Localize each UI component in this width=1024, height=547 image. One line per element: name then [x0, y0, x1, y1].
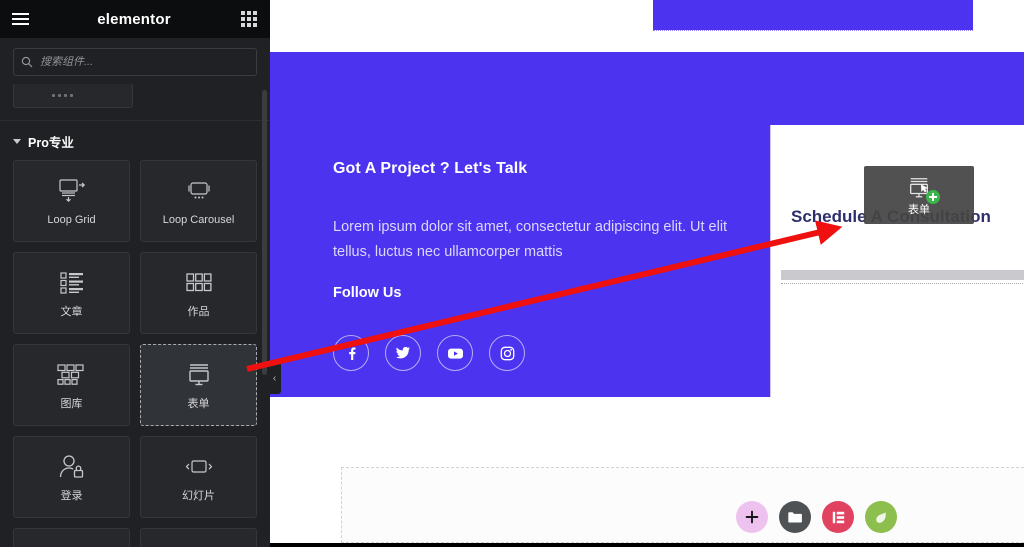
panel-header: elementor	[0, 0, 270, 38]
widget-label: Loop Grid	[47, 214, 96, 226]
hero-paragraph: Lorem ipsum dolor sit amet, consectetur …	[333, 219, 728, 260]
slides-icon	[184, 452, 214, 482]
social-icons-list	[333, 335, 525, 371]
widgets-panel: elementor Pro专业	[0, 0, 270, 547]
chevron-down-icon	[13, 139, 21, 144]
section-pro-label: Pro专业	[28, 136, 74, 150]
facebook-icon[interactable]	[333, 335, 369, 371]
hero-heading: Got A Project ? Let's Talk	[333, 160, 528, 177]
widget-label: 表单	[187, 398, 210, 410]
widget-label: 幻灯片	[182, 490, 215, 502]
elementor-editor: elementor Pro专业	[0, 0, 1024, 547]
search-icon	[14, 56, 40, 68]
panel-scrollbar[interactable]	[262, 90, 267, 375]
leaf-button[interactable]	[865, 501, 897, 533]
grid-9-dots-icon[interactable]	[228, 0, 270, 38]
hero-section[interactable]: Got A Project ? Let's Talk Lorem ipsum d…	[270, 52, 1024, 397]
form-icon	[905, 175, 940, 204]
widget-loop-grid[interactable]: Loop Grid	[13, 160, 130, 242]
top-blue-section[interactable]	[653, 0, 973, 30]
drag-ghost-form-widget: 表单	[864, 166, 974, 224]
widget-form[interactable]: 表单	[140, 344, 257, 426]
youtube-icon[interactable]	[437, 335, 473, 371]
lower-canvas-area	[270, 397, 1024, 543]
elementor-logo-button[interactable]	[822, 501, 854, 533]
section-pro-header[interactable]: Pro专业	[13, 132, 74, 151]
widget-loop-carousel[interactable]: Loop Carousel	[140, 160, 257, 242]
loop-carousel-icon	[184, 176, 214, 206]
add-element-button[interactable]	[736, 501, 768, 533]
loop-grid-icon	[57, 176, 87, 206]
widget-portfolio[interactable]: 作品	[140, 252, 257, 334]
remnant-dots-icon	[52, 84, 92, 97]
elementor-brand-title: elementor	[97, 10, 171, 28]
widget-label: Loop Carousel	[162, 214, 235, 226]
panel-divider	[0, 120, 270, 121]
drag-ghost-label: 表单	[908, 203, 930, 216]
form-field-placeholder[interactable]	[781, 270, 1024, 280]
widget-label: 作品	[187, 306, 210, 318]
portfolio-icon	[185, 268, 212, 298]
widget-label: 文章	[60, 306, 83, 318]
widget-wordpress-menu[interactable]: WordPress Menu	[13, 528, 130, 547]
form-icon	[184, 360, 214, 390]
widget-slides[interactable]: 幻灯片	[140, 436, 257, 518]
widget-animated-headline[interactable]: Abc 动画标题	[140, 528, 257, 547]
gallery-icon	[56, 360, 87, 390]
widget-posts[interactable]: 文章	[13, 252, 130, 334]
floating-action-buttons	[736, 501, 897, 533]
follow-us-heading: Follow Us	[333, 285, 402, 301]
search-area	[0, 38, 270, 90]
search-input[interactable]	[40, 56, 256, 68]
posts-icon	[58, 268, 86, 298]
instagram-icon[interactable]	[489, 335, 525, 371]
twitter-icon[interactable]	[385, 335, 421, 371]
widget-label: 图库	[60, 398, 83, 410]
widget-gallery[interactable]: 图库	[13, 344, 130, 426]
top-drop-indicator	[653, 30, 973, 32]
widget-grid: Loop Grid Loop Carousel 文章 作品 图库 表单 登录 幻…	[13, 160, 257, 547]
hamburger-icon[interactable]	[0, 0, 40, 38]
folder-button[interactable]	[779, 501, 811, 533]
search-box[interactable]	[13, 48, 257, 76]
canvas-top-strip	[270, 0, 1024, 52]
plus-badge-icon	[926, 189, 940, 204]
page-canvas: Got A Project ? Let's Talk Lorem ipsum d…	[270, 0, 1024, 543]
login-user-lock-icon	[58, 452, 86, 482]
panel-collapse-button[interactable]: ‹	[268, 362, 281, 394]
widget-login[interactable]: 登录	[13, 436, 130, 518]
form-drop-indicator	[781, 283, 1024, 285]
add-new-section-dropzone[interactable]	[341, 467, 1024, 543]
widget-label: 登录	[60, 490, 83, 502]
